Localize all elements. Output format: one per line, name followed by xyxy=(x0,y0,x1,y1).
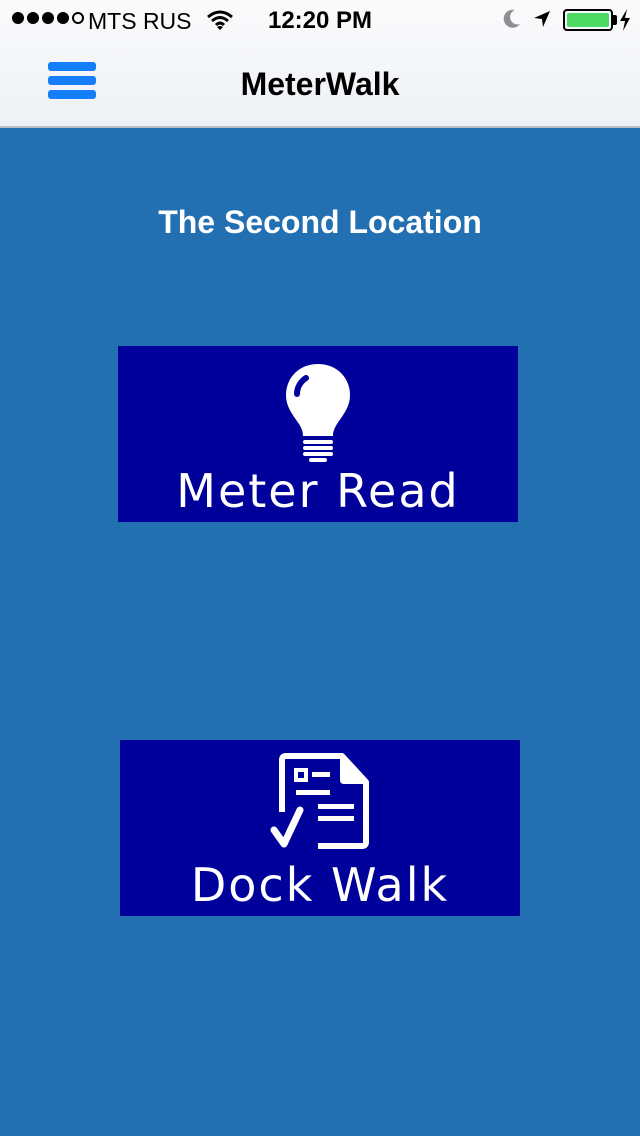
location-title: The Second Location xyxy=(158,204,482,240)
lightbulb-icon xyxy=(286,364,350,462)
battery-icon xyxy=(563,9,613,31)
top-bar: MTS RUS 12:20 PM MeterWalk xyxy=(0,0,640,128)
nav-bar: MeterWalk xyxy=(0,40,640,128)
battery-fill xyxy=(567,13,609,27)
charging-bolt-icon xyxy=(620,9,630,31)
moon-icon xyxy=(503,9,520,28)
meter-read-label: Meter Read xyxy=(176,464,460,518)
dock-walk-button[interactable]: Dock Walk xyxy=(120,740,520,916)
location-arrow-icon xyxy=(534,11,550,27)
checklist-document-icon xyxy=(270,753,369,849)
dock-walk-label: Dock Walk xyxy=(190,858,450,912)
battery-tip xyxy=(613,15,617,25)
status-bar: MTS RUS 12:20 PM xyxy=(0,0,640,40)
meter-read-button[interactable]: Meter Read xyxy=(118,346,518,522)
nav-title: MeterWalk xyxy=(240,66,400,102)
